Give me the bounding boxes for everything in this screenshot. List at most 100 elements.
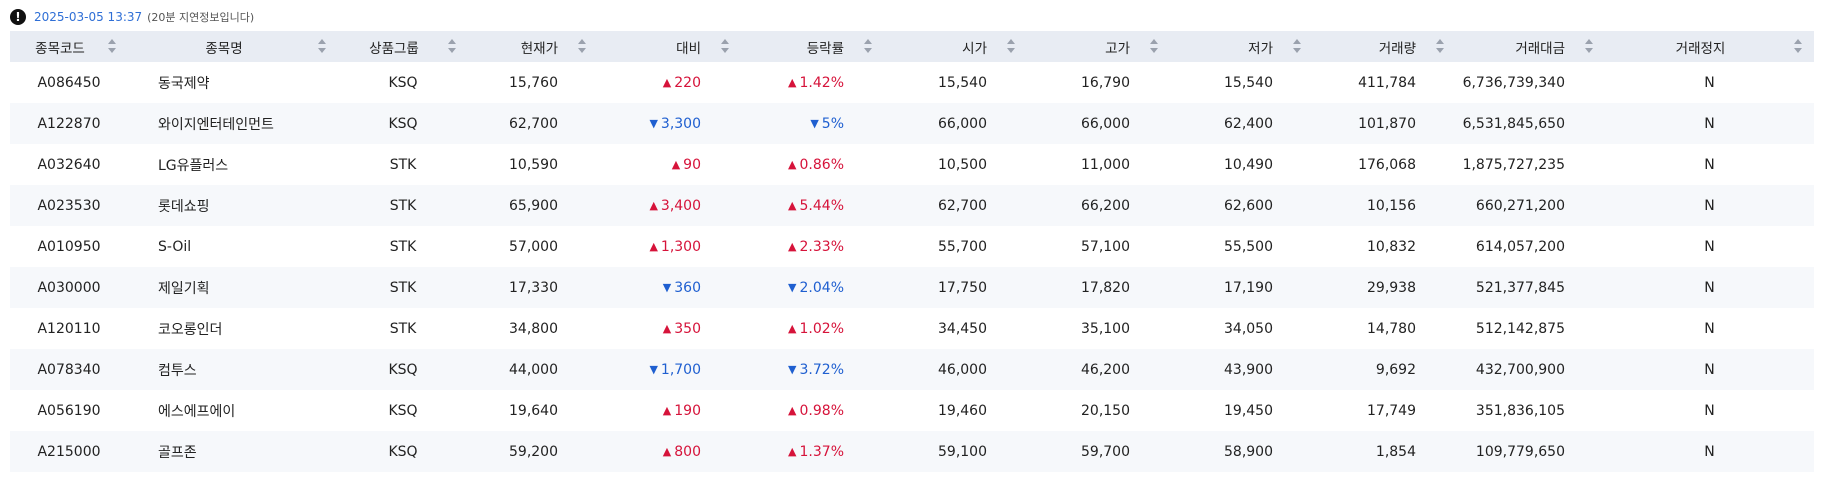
triangle-down-icon: ▼ (649, 362, 658, 376)
cell-halt: N (1704, 320, 1715, 337)
cell-code: A120110 (37, 320, 101, 337)
cell-high: 16,790 (1081, 74, 1130, 91)
cell-amount: 521,377,845 (1475, 279, 1565, 296)
cell-open: 46,000 (938, 361, 987, 378)
cell-rate-value: 1.42% (799, 74, 844, 91)
table-row[interactable]: A030000 제일기획 STK 17,330 ▼ 360 ▼ 2.04% 17,750 17,8… (10, 267, 1814, 308)
cell-change: ▲ 90 (598, 144, 741, 185)
cell-price: 44,000 (509, 361, 558, 378)
column-header-amount[interactable]: 거래대금 (1456, 31, 1605, 62)
cell-rate-value: 5% (821, 115, 844, 132)
cell-price: 34,800 (509, 320, 558, 337)
cell-change: ▲ 3,400 (598, 185, 741, 226)
cell-change-value: 1,300 (660, 238, 701, 255)
table-row[interactable]: A120110 코오롱인더 STK 34,800 ▲ 350 ▲ 1.02% 34,450 35,… (10, 308, 1814, 349)
column-header-price[interactable]: 현재가 (468, 31, 598, 62)
table-row[interactable]: A032640 LG유플러스 STK 10,590 ▲ 90 ▲ 0.86% 10,500 11,… (10, 144, 1814, 185)
triangle-down-icon: ▼ (788, 280, 797, 294)
triangle-up-icon: ▲ (662, 321, 672, 335)
table-row[interactable]: A122870 와이지엔터테인먼트 KSQ 62,700 ▼ 3,300 ▼ 5% 66,000… (10, 103, 1814, 144)
cell-group: KSQ (388, 402, 418, 419)
timestamp: 2025-03-05 13:37 (34, 10, 143, 24)
cell-high: 46,200 (1081, 361, 1130, 378)
page: ! 2025-03-05 13:37 (20분 지연정보입니다) 종목코드 종목… (0, 0, 1824, 479)
column-label: 거래정지 (1675, 40, 1726, 57)
cell-amount: 6,531,845,650 (1462, 115, 1565, 132)
sort-icon[interactable] (1585, 39, 1593, 53)
column-label: 상품그룹 (369, 40, 419, 57)
exclamation-circle-icon: ! (10, 9, 26, 25)
cell-code: A078340 (37, 361, 101, 378)
cell-code: A010950 (37, 238, 101, 255)
triangle-up-icon: ▲ (788, 157, 797, 171)
sort-icon[interactable] (448, 39, 456, 53)
sort-icon[interactable] (721, 39, 729, 53)
column-header-group[interactable]: 상품그룹 (338, 31, 468, 62)
sort-icon[interactable] (1794, 39, 1802, 53)
column-header-name[interactable]: 종목명 (128, 31, 338, 62)
cell-halt: N (1704, 156, 1715, 173)
cell-change: ▲ 800 (598, 431, 741, 472)
sort-icon[interactable] (108, 39, 116, 53)
cell-low: 43,900 (1224, 361, 1273, 378)
table-row[interactable]: A056190 에스에프에이 KSQ 19,640 ▲ 190 ▲ 0.98% 19,460 20… (10, 390, 1814, 431)
cell-rate: ▲ 2.33% (741, 226, 884, 267)
cell-rate-value: 0.98% (799, 402, 844, 419)
cell-volume: 411,784 (1358, 74, 1416, 91)
sort-icon[interactable] (1293, 39, 1301, 53)
column-header-high[interactable]: 고가 (1027, 31, 1170, 62)
table-row[interactable]: A078340 컴투스 KSQ 44,000 ▼ 1,700 ▼ 3.72% 46,000 46,… (10, 349, 1814, 390)
triangle-up-icon: ▲ (788, 198, 797, 212)
cell-rate: ▼ 3.72% (741, 349, 884, 390)
sort-icon[interactable] (864, 39, 872, 53)
cell-rate-value: 3.72% (799, 361, 844, 378)
cell-code: A030000 (37, 279, 101, 296)
cell-rate: ▲ 0.98% (741, 390, 884, 431)
column-header-rate[interactable]: 등락률 (741, 31, 884, 62)
cell-open: 66,000 (938, 115, 987, 132)
cell-halt: N (1704, 402, 1715, 419)
cell-change: ▲ 1,300 (598, 226, 741, 267)
sort-icon[interactable] (1436, 39, 1444, 53)
cell-change: ▼ 1,700 (598, 349, 741, 390)
column-header-volume[interactable]: 거래량 (1313, 31, 1456, 62)
cell-price: 19,640 (509, 402, 558, 419)
triangle-up-icon: ▲ (649, 198, 658, 212)
triangle-up-icon: ▲ (788, 403, 797, 417)
cell-volume: 14,780 (1367, 320, 1416, 337)
sort-icon[interactable] (578, 39, 586, 53)
column-label: 대비 (676, 40, 701, 57)
cell-open: 34,450 (938, 320, 987, 337)
cell-price: 65,900 (509, 197, 558, 214)
cell-rate: ▼ 2.04% (741, 267, 884, 308)
sort-icon[interactable] (1150, 39, 1158, 53)
column-label: 거래량 (1378, 40, 1416, 57)
cell-volume: 101,870 (1358, 115, 1416, 132)
table-row[interactable]: A010950 S-Oil STK 57,000 ▲ 1,300 ▲ 2.33% 55,700 5… (10, 226, 1814, 267)
column-header-low[interactable]: 저가 (1170, 31, 1313, 62)
cell-high: 66,000 (1081, 115, 1130, 132)
table-row[interactable]: A023530 롯데쇼핑 STK 65,900 ▲ 3,400 ▲ 5.44% 62,700 66… (10, 185, 1814, 226)
cell-change: ▼ 3,300 (598, 103, 741, 144)
cell-change-value: 800 (674, 443, 701, 460)
cell-name: LG유플러스 (158, 157, 229, 174)
triangle-up-icon: ▲ (788, 444, 797, 458)
column-header-halt[interactable]: 거래정지 (1605, 31, 1814, 62)
column-label: 시가 (962, 40, 987, 57)
cell-name: 코오롱인더 (158, 321, 223, 338)
table-row[interactable]: A215000 골프존 KSQ 59,200 ▲ 800 ▲ 1.37% 59,100 59,70… (10, 431, 1814, 472)
sort-icon[interactable] (1007, 39, 1015, 53)
column-header-open[interactable]: 시가 (884, 31, 1027, 62)
column-header-change[interactable]: 대비 (598, 31, 741, 62)
triangle-down-icon: ▼ (810, 116, 819, 130)
table-row[interactable]: A086450 동국제약 KSQ 15,760 ▲ 220 ▲ 1.42% 15,540 16,7… (10, 62, 1814, 103)
cell-group: STK (389, 279, 417, 296)
sort-icon[interactable] (318, 39, 326, 53)
cell-amount: 109,779,650 (1475, 443, 1565, 460)
column-header-code[interactable]: 종목코드 (10, 31, 128, 62)
cell-change: ▲ 350 (598, 308, 741, 349)
cell-rate: ▲ 1.42% (741, 62, 884, 103)
cell-code: A032640 (37, 156, 101, 173)
cell-open: 19,460 (938, 402, 987, 419)
cell-name: S-Oil (158, 238, 192, 255)
